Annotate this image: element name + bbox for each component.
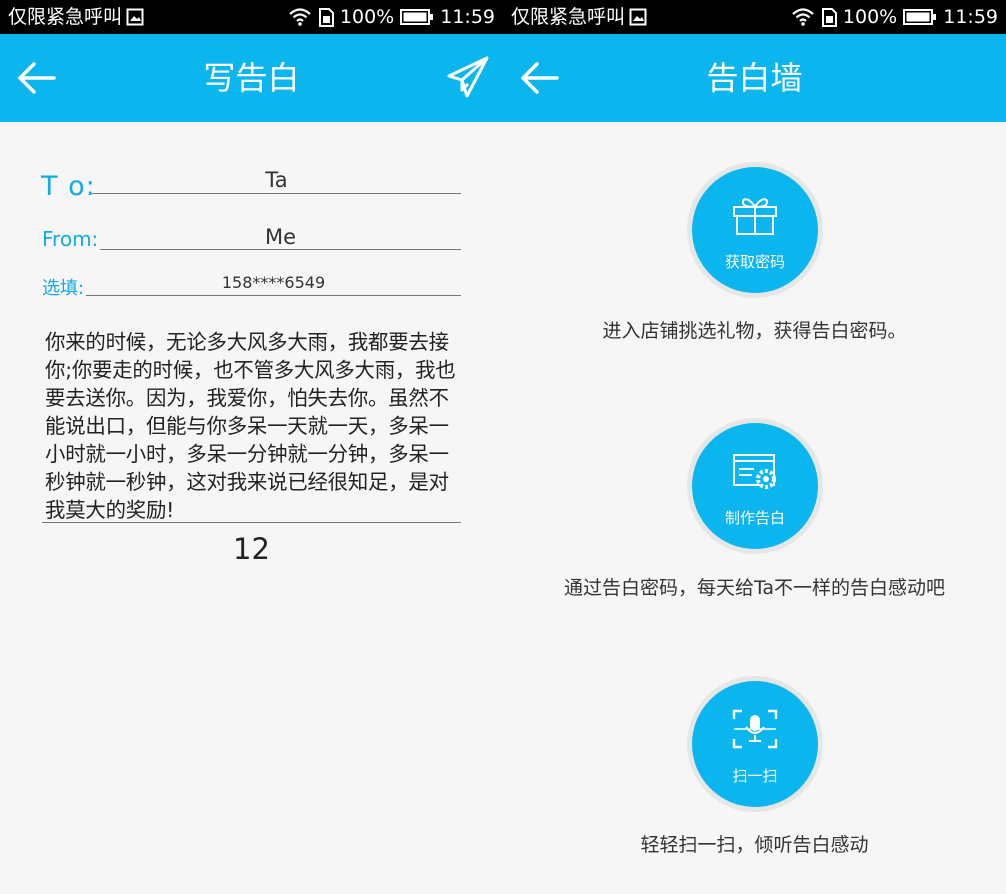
from-input[interactable]: Me: [100, 225, 461, 249]
gift-icon: [733, 198, 777, 235]
wifi-icon: [792, 8, 814, 26]
from-label: From:: [42, 227, 99, 251]
battery-percent: 100%: [842, 6, 898, 28]
page-title: 写告白: [203, 59, 300, 97]
app-bar: 告白墙: [503, 34, 1006, 122]
settings-card-icon: [733, 454, 776, 489]
clock-time: 11:59: [943, 6, 998, 28]
battery-percent: 100%: [339, 6, 395, 28]
carrier-text: 仅限紧急呼叫: [511, 6, 626, 28]
page-title: 告白墙: [706, 59, 803, 97]
scan-mic-icon: [732, 709, 778, 749]
message-underline: [42, 522, 461, 523]
image-icon: [126, 8, 144, 26]
status-bar: 仅限紧急呼叫 100% 11:59: [503, 0, 1006, 34]
battery-icon: [400, 9, 434, 25]
make-confession-label: 制作告白: [724, 509, 785, 527]
scan-description: 轻轻扫一扫，倾听告白感动: [640, 834, 869, 856]
scan-button[interactable]: 扫一扫: [692, 681, 818, 807]
from-field-underline: [100, 249, 461, 250]
phone-input[interactable]: 158****6549: [86, 273, 461, 292]
battery-icon: [903, 9, 937, 25]
scan-label: 扫一扫: [732, 767, 778, 785]
make-confession-button-ring[interactable]: 制作告白: [687, 418, 823, 554]
message-textarea[interactable]: 你来的时候，无论多大风多大雨，我都要去接你;你要走的时候，也不管多大风多大雨，我…: [45, 328, 461, 524]
image-icon: [629, 8, 647, 26]
sim-icon: [318, 8, 334, 27]
confession-wall-screen: 仅限紧急呼叫 100% 11:59 告白墙 获取密码 进入店铺挑选礼物，获得告白…: [503, 0, 1006, 894]
wifi-icon: [289, 8, 311, 26]
status-bar: 仅限紧急呼叫 100% 11:59: [0, 0, 503, 34]
sim-icon: [821, 8, 837, 27]
carrier-text: 仅限紧急呼叫: [8, 6, 123, 28]
get-password-button[interactable]: 获取密码: [692, 167, 818, 293]
optional-label: 选填:: [42, 278, 85, 299]
get-password-label: 获取密码: [724, 253, 785, 271]
optional-field-underline: [86, 295, 461, 296]
write-confession-screen: 仅限紧急呼叫 100% 11:59 写告白 T o: Ta From: Me 选…: [0, 0, 503, 894]
to-input[interactable]: Ta: [92, 168, 461, 192]
make-confession-button[interactable]: 制作告白: [692, 423, 818, 549]
clock-time: 11:59: [440, 6, 495, 28]
app-bar: 写告白: [0, 34, 503, 122]
scan-button-ring[interactable]: 扫一扫: [687, 676, 823, 812]
get-password-description: 进入店铺挑选礼物，获得告白密码。: [602, 320, 907, 342]
to-field-underline: [92, 193, 461, 194]
character-count: 12: [233, 532, 270, 566]
make-confession-description: 通过告白密码，每天给Ta不一样的告白感动吧: [563, 577, 946, 599]
get-password-button-ring[interactable]: 获取密码: [687, 162, 823, 298]
paper-plane-icon[interactable]: [445, 54, 491, 100]
to-label: T o:: [41, 171, 96, 202]
